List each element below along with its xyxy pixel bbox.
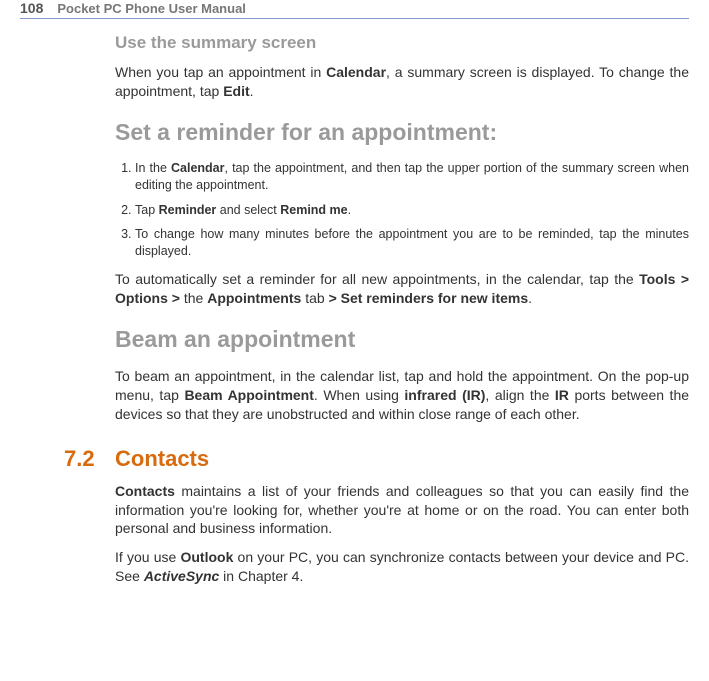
text-bold: Reminder — [159, 203, 217, 217]
text: When you tap an appointment in — [115, 64, 326, 80]
text: tab — [301, 290, 328, 306]
steps-list: In the Calendar, tap the appointment, an… — [115, 160, 689, 260]
section-7-2-row: 7.2 Contacts — [20, 446, 689, 472]
text-bold: Calendar — [326, 64, 386, 80]
text: in Chapter 4. — [219, 568, 303, 584]
text-bold: Calendar — [171, 161, 225, 175]
para-summary: When you tap an appointment in Calendar,… — [115, 63, 689, 101]
text: To automatically set a reminder for all … — [115, 271, 639, 287]
text-bold: > Set reminders for new items — [329, 290, 529, 306]
text: . When using — [314, 387, 405, 403]
page-header: 108 Pocket PC Phone User Manual — [20, 0, 689, 19]
text: the — [180, 290, 207, 306]
page-number: 108 — [20, 0, 43, 16]
text-bold: infrared (IR) — [404, 387, 485, 403]
text: . — [348, 203, 351, 217]
content-block-1: Use the summary screen When you tap an a… — [115, 33, 689, 424]
text-bold: Edit — [223, 83, 249, 99]
text-bold: Beam Appointment — [184, 387, 313, 403]
step-3: To change how many minutes before the ap… — [135, 226, 689, 260]
para-beam: To beam an appointment, in the calendar … — [115, 367, 689, 424]
text: Tap — [135, 203, 159, 217]
para-contacts-2: If you use Outlook on your PC, you can s… — [115, 548, 689, 586]
manual-title: Pocket PC Phone User Manual — [57, 1, 246, 16]
text: In the — [135, 161, 171, 175]
text: . — [528, 290, 532, 306]
text-bold: Outlook — [180, 549, 233, 565]
content-block-2: Contacts maintains a list of your friend… — [115, 482, 689, 586]
step-2: Tap Reminder and select Remind me. — [135, 202, 689, 219]
para-auto-reminder: To automatically set a reminder for all … — [115, 270, 689, 308]
text: If you use — [115, 549, 180, 565]
para-contacts-1: Contacts maintains a list of your friend… — [115, 482, 689, 539]
heading-use-summary: Use the summary screen — [115, 33, 689, 53]
section-title-contacts: Contacts — [115, 446, 209, 472]
text: maintains a list of your friends and col… — [115, 483, 689, 537]
text: , align the — [485, 387, 555, 403]
text: To change how many minutes before the ap… — [135, 227, 689, 258]
text: and select — [216, 203, 280, 217]
heading-beam: Beam an appointment — [115, 326, 689, 353]
section-number: 7.2 — [20, 446, 115, 472]
text-bold: Contacts — [115, 483, 175, 499]
page-container: 108 Pocket PC Phone User Manual Use the … — [0, 0, 709, 626]
text-bold: Appointments — [207, 290, 301, 306]
step-1: In the Calendar, tap the appointment, an… — [135, 160, 689, 194]
text-bold: IR — [555, 387, 569, 403]
text-bold-italic: ActiveSync — [144, 568, 219, 584]
text-bold: Remind me — [280, 203, 347, 217]
heading-set-reminder: Set a reminder for an appointment: — [115, 119, 689, 146]
text: . — [250, 83, 254, 99]
